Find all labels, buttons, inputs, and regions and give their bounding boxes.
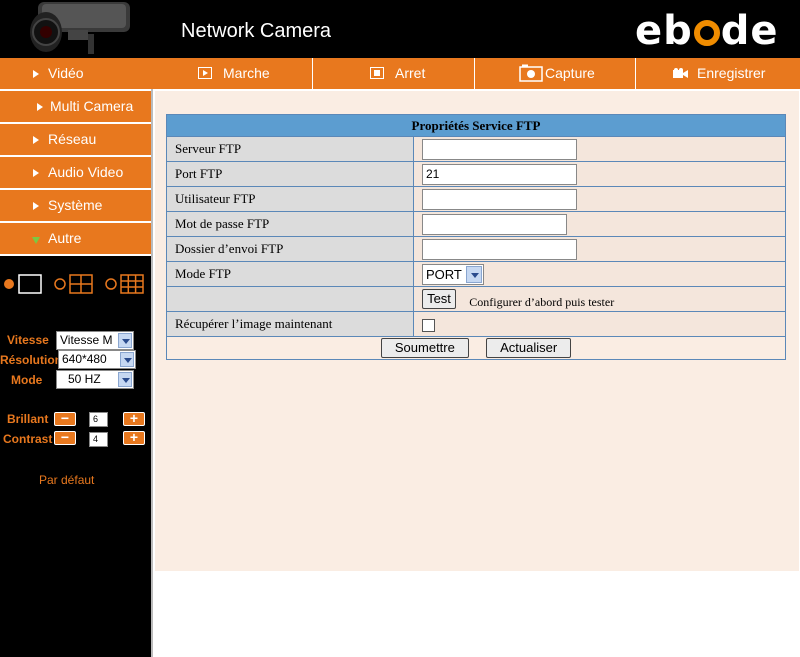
ftp-port-input[interactable] <box>422 163 577 185</box>
layout-selector <box>4 274 144 294</box>
resolution-value: 640*480 <box>62 352 107 366</box>
camera-icon <box>519 64 543 82</box>
sidebar-item-audio-video[interactable]: Audio Video <box>0 157 151 190</box>
chevron-down-icon <box>118 333 132 348</box>
ftp-mode-label: Mode FTP <box>166 261 414 287</box>
brillant-value: 6 <box>89 412 108 427</box>
table-row: Récupérer l’image maintenant <box>166 311 786 337</box>
ftp-server-label: Serveur FTP <box>166 136 414 162</box>
table-row: Mot de passe FTP <box>166 211 786 237</box>
app-title: Network Camera <box>181 20 332 42</box>
table-row: Mode FTP PORT <box>166 261 786 287</box>
sidebar-item-other[interactable]: Autre <box>0 223 151 256</box>
test-hint: Configurer d’abord puis tester <box>469 294 615 309</box>
mode-value: 50 HZ <box>68 372 101 386</box>
sidebar: Vidéo Multi Camera Réseau Audio Video Sy… <box>0 58 151 657</box>
table-row: Utilisateur FTP <box>166 186 786 212</box>
resolution-select[interactable]: 640*480 <box>58 350 136 369</box>
record-label: Enregistrer <box>697 65 766 81</box>
sidebar-item-network[interactable]: Réseau <box>0 124 151 157</box>
triangle-right-icon <box>33 202 39 210</box>
ftp-user-input[interactable] <box>422 188 577 210</box>
vitesse-value: Vitesse M <box>60 333 113 347</box>
sidebar-item-label: Multi Camera <box>50 98 134 114</box>
ftp-folder-label: Dossier d’envoi FTP <box>166 236 414 262</box>
resolution-label: Résolution <box>0 353 62 367</box>
mode-select[interactable]: 50 HZ <box>56 370 134 389</box>
ftp-panel: Propriétés Service FTP Serveur FTP Port … <box>155 91 799 571</box>
test-button[interactable]: Test <box>422 288 456 309</box>
table-row: Test Configurer d’abord puis tester <box>166 286 786 312</box>
chevron-down-icon <box>120 352 134 367</box>
sidebar-item-multi-camera[interactable]: Multi Camera <box>0 91 151 124</box>
table-row: Serveur FTP <box>166 136 786 162</box>
contrast-minus-button[interactable]: − <box>54 430 76 445</box>
sidebar-item-label: Système <box>48 197 103 213</box>
ftp-mode-value: PORT <box>426 266 462 282</box>
play-icon <box>198 67 212 79</box>
contrast-plus-button[interactable]: + <box>123 430 145 445</box>
vitesse-label: Vitesse <box>7 333 49 347</box>
ftp-folder-input[interactable] <box>422 238 577 260</box>
contrast-value: 4 <box>89 432 108 447</box>
brand-logo: eb de <box>635 8 779 54</box>
sidebar-item-label: Autre <box>48 230 82 246</box>
header: Network Camera eb de <box>0 0 800 58</box>
refresh-button[interactable]: Actualiser <box>486 338 572 358</box>
video-camera-icon <box>673 68 688 78</box>
vitesse-select[interactable]: Vitesse M <box>56 331 134 350</box>
brillant-label: Brillant <box>7 412 49 426</box>
empty-cell <box>166 286 414 312</box>
brillant-plus-button[interactable]: + <box>123 411 145 426</box>
table-row: Dossier d’envoi FTP <box>166 236 786 262</box>
stop-icon <box>370 67 384 79</box>
ftp-port-label: Port FTP <box>166 161 414 187</box>
layout-9-option[interactable] <box>105 274 144 294</box>
brand-prefix: eb <box>635 8 693 54</box>
layout-1-option[interactable] <box>4 274 42 294</box>
brillant-minus-button[interactable]: − <box>54 411 76 426</box>
capture-button[interactable]: Capture <box>474 58 635 89</box>
toolbar: Marche Arret Capture Enregistrer <box>151 58 800 89</box>
capture-label: Capture <box>545 65 595 81</box>
submit-button[interactable]: Soumettre <box>380 338 469 358</box>
sidebar-item-label: Audio Video <box>48 164 124 180</box>
play-label: Marche <box>223 65 270 81</box>
grab-image-label: Récupérer l’image maintenant <box>166 311 414 337</box>
play-button[interactable]: Marche <box>151 58 312 89</box>
mode-label: Mode <box>11 373 43 387</box>
ftp-password-label: Mot de passe FTP <box>166 211 414 237</box>
default-link[interactable]: Par défaut <box>39 473 94 487</box>
stop-button[interactable]: Arret <box>312 58 474 89</box>
triangle-down-icon <box>32 237 40 244</box>
grab-image-checkbox[interactable] <box>422 318 435 332</box>
ftp-mode-select[interactable]: PORT <box>422 263 484 285</box>
sidebar-item-label: Vidéo <box>48 65 84 81</box>
ftp-table-title: Propriétés Service FTP <box>166 114 786 137</box>
triangle-right-icon <box>37 103 43 111</box>
layout-4-option[interactable] <box>54 274 93 294</box>
sidebar-item-system[interactable]: Système <box>0 190 151 223</box>
ftp-server-input[interactable] <box>422 138 577 160</box>
chevron-down-icon <box>466 265 482 283</box>
triangle-right-icon <box>33 70 39 78</box>
contrast-label: Contrast <box>3 432 53 446</box>
table-row: Port FTP <box>166 161 786 187</box>
sidebar-item-video[interactable]: Vidéo <box>0 58 151 91</box>
chevron-down-icon <box>118 372 132 387</box>
ftp-settings-table: Propriétés Service FTP Serveur FTP Port … <box>166 114 786 360</box>
camera-logo <box>30 2 130 54</box>
record-button[interactable]: Enregistrer <box>635 58 800 89</box>
triangle-right-icon <box>33 136 39 144</box>
triangle-right-icon <box>33 169 39 177</box>
ftp-user-label: Utilisateur FTP <box>166 186 414 212</box>
ftp-password-input[interactable] <box>422 213 567 235</box>
main-content: Propriétés Service FTP Serveur FTP Port … <box>151 89 800 657</box>
brand-suffix: de <box>720 8 779 54</box>
brand-o-ring <box>693 20 720 46</box>
sidebar-item-label: Réseau <box>48 131 97 147</box>
stop-label: Arret <box>395 65 426 81</box>
